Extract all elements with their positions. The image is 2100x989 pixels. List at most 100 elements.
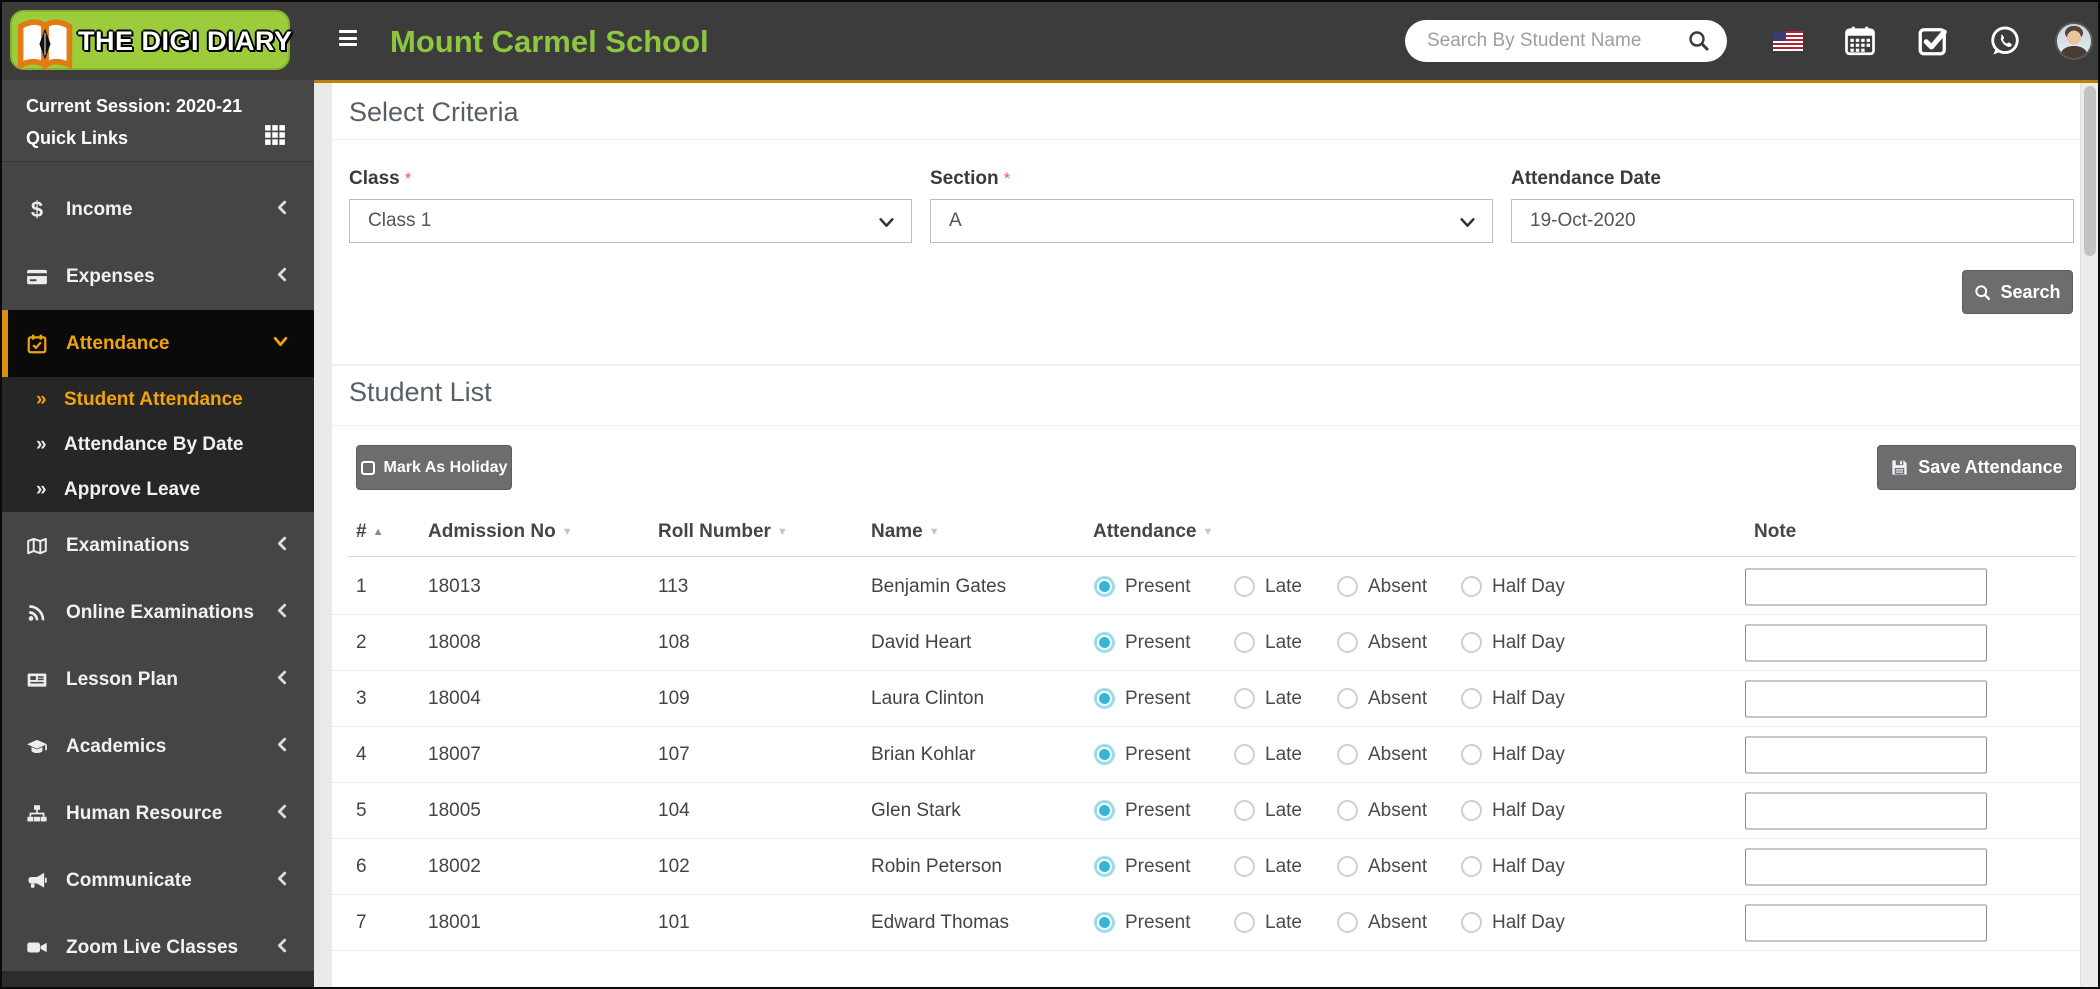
- radio-late[interactable]: Late: [1234, 912, 1302, 934]
- sidebar-subitem-attendance-by-date[interactable]: » Attendance By Date: [2, 422, 314, 467]
- sidebar-item-income[interactable]: $ Income: [2, 176, 314, 243]
- radio-half-day[interactable]: Half Day: [1461, 688, 1565, 710]
- radio-half-day[interactable]: Half Day: [1461, 800, 1565, 822]
- mark-as-holiday-button[interactable]: Mark As Holiday: [356, 445, 512, 490]
- note-input[interactable]: [1745, 736, 1987, 773]
- radio-half-day[interactable]: Half Day: [1461, 856, 1565, 878]
- radio-icon[interactable]: [1234, 856, 1255, 877]
- note-input[interactable]: [1745, 568, 1987, 605]
- section-select[interactable]: A: [930, 199, 1493, 243]
- radio-absent[interactable]: Absent: [1337, 632, 1427, 654]
- note-input[interactable]: [1745, 904, 1987, 941]
- class-select[interactable]: Class 1: [349, 199, 912, 243]
- sidebar-item-academics[interactable]: Academics: [2, 713, 314, 780]
- note-input[interactable]: [1745, 624, 1987, 661]
- radio-absent[interactable]: Absent: [1337, 800, 1427, 822]
- search-icon[interactable]: [1687, 29, 1711, 53]
- radio-half-day[interactable]: Half Day: [1461, 744, 1565, 766]
- radio-icon[interactable]: [1461, 688, 1482, 709]
- radio-icon[interactable]: [1337, 800, 1358, 821]
- user-avatar[interactable]: [2055, 22, 2093, 60]
- radio-icon[interactable]: [1234, 800, 1255, 821]
- radio-present[interactable]: Present: [1094, 688, 1190, 710]
- radio-icon[interactable]: [1234, 632, 1255, 653]
- calendar-icon[interactable]: [1842, 23, 1878, 59]
- column-header-sn[interactable]: # ▲: [356, 521, 383, 543]
- radio-selected-icon[interactable]: [1094, 800, 1115, 821]
- column-header-name[interactable]: Name ▼: [871, 521, 940, 543]
- search-input[interactable]: [1427, 30, 1687, 52]
- radio-selected-icon[interactable]: [1094, 632, 1115, 653]
- radio-icon[interactable]: [1461, 856, 1482, 877]
- hamburger-menu-icon[interactable]: [339, 30, 361, 52]
- page-scrollbar[interactable]: [2080, 80, 2098, 987]
- radio-present[interactable]: Present: [1094, 576, 1190, 598]
- app-logo[interactable]: THE DIGI DIARY: [10, 10, 293, 71]
- sidebar-subitem-student-attendance[interactable]: » Student Attendance: [2, 377, 314, 422]
- radio-selected-icon[interactable]: [1094, 912, 1115, 933]
- note-input[interactable]: [1745, 848, 1987, 885]
- radio-present[interactable]: Present: [1094, 856, 1190, 878]
- radio-absent[interactable]: Absent: [1337, 856, 1427, 878]
- radio-icon[interactable]: [1337, 688, 1358, 709]
- save-attendance-button[interactable]: Save Attendance: [1877, 445, 2076, 490]
- radio-icon[interactable]: [1234, 912, 1255, 933]
- radio-icon[interactable]: [1461, 632, 1482, 653]
- radio-absent[interactable]: Absent: [1337, 576, 1427, 598]
- quick-links-grid-icon[interactable]: [264, 124, 286, 151]
- scrollbar-thumb[interactable]: [2084, 86, 2096, 256]
- radio-icon[interactable]: [1337, 856, 1358, 877]
- sidebar-item-communicate[interactable]: Communicate: [2, 847, 314, 914]
- sidebar-item-lesson-plan[interactable]: Lesson Plan: [2, 646, 314, 713]
- radio-half-day[interactable]: Half Day: [1461, 576, 1565, 598]
- search-button[interactable]: Search: [1962, 270, 2073, 314]
- sidebar-subitem-approve-leave[interactable]: » Approve Leave: [2, 467, 314, 512]
- divider: [332, 425, 2084, 426]
- radio-absent[interactable]: Absent: [1337, 912, 1427, 934]
- note-input[interactable]: [1745, 680, 1987, 717]
- note-input[interactable]: [1745, 792, 1987, 829]
- radio-half-day[interactable]: Half Day: [1461, 632, 1565, 654]
- logo-text: THE DIGI DIARY: [78, 26, 293, 56]
- radio-absent[interactable]: Absent: [1337, 744, 1427, 766]
- attendance-date-input[interactable]: 19-Oct-2020: [1511, 199, 2074, 243]
- radio-icon[interactable]: [1337, 632, 1358, 653]
- column-header-attendance[interactable]: Attendance ▼: [1093, 521, 1213, 543]
- radio-icon[interactable]: [1461, 576, 1482, 597]
- radio-half-day[interactable]: Half Day: [1461, 912, 1565, 934]
- radio-late[interactable]: Late: [1234, 744, 1302, 766]
- radio-late[interactable]: Late: [1234, 800, 1302, 822]
- radio-icon[interactable]: [1461, 800, 1482, 821]
- radio-icon[interactable]: [1461, 744, 1482, 765]
- radio-late[interactable]: Late: [1234, 856, 1302, 878]
- radio-late[interactable]: Late: [1234, 632, 1302, 654]
- radio-present[interactable]: Present: [1094, 912, 1190, 934]
- language-flag-icon[interactable]: [1773, 31, 1803, 51]
- radio-selected-icon[interactable]: [1094, 576, 1115, 597]
- sidebar-item-attendance[interactable]: Attendance: [2, 310, 314, 377]
- radio-icon[interactable]: [1337, 576, 1358, 597]
- column-header-admission[interactable]: Admission No ▼: [428, 521, 573, 543]
- radio-icon[interactable]: [1337, 912, 1358, 933]
- sidebar-item-human-resource[interactable]: Human Resource: [2, 780, 314, 847]
- radio-late[interactable]: Late: [1234, 576, 1302, 598]
- radio-icon[interactable]: [1234, 688, 1255, 709]
- column-header-roll[interactable]: Roll Number ▼: [658, 521, 788, 543]
- whatsapp-icon[interactable]: [1987, 23, 2023, 59]
- radio-icon[interactable]: [1461, 912, 1482, 933]
- radio-icon[interactable]: [1234, 744, 1255, 765]
- task-check-square-icon[interactable]: [1915, 23, 1951, 59]
- radio-present[interactable]: Present: [1094, 744, 1190, 766]
- radio-icon[interactable]: [1234, 576, 1255, 597]
- sidebar-item-examinations[interactable]: Examinations: [2, 512, 314, 579]
- radio-absent[interactable]: Absent: [1337, 688, 1427, 710]
- radio-selected-icon[interactable]: [1094, 688, 1115, 709]
- radio-present[interactable]: Present: [1094, 632, 1190, 654]
- radio-selected-icon[interactable]: [1094, 856, 1115, 877]
- sidebar-item-online-examinations[interactable]: Online Examinations: [2, 579, 314, 646]
- radio-late[interactable]: Late: [1234, 688, 1302, 710]
- radio-icon[interactable]: [1337, 744, 1358, 765]
- radio-present[interactable]: Present: [1094, 800, 1190, 822]
- sidebar-item-expenses[interactable]: Expenses: [2, 243, 314, 310]
- radio-selected-icon[interactable]: [1094, 744, 1115, 765]
